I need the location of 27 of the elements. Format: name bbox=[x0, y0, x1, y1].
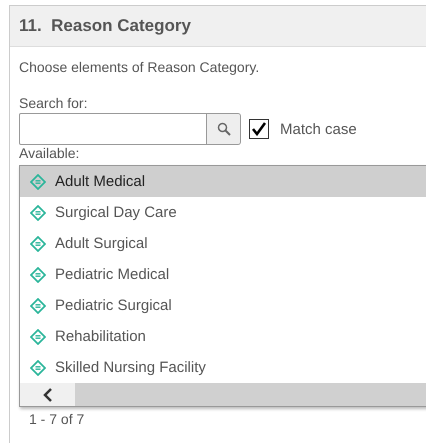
diamond-icon bbox=[30, 328, 46, 344]
list-item[interactable]: Adult Surgical bbox=[20, 228, 426, 259]
diamond-icon bbox=[30, 266, 46, 282]
diamond-icon bbox=[30, 298, 46, 314]
panel-title: 11. Reason Category bbox=[19, 16, 191, 36]
search-label: Search for: bbox=[19, 95, 88, 111]
search-icon bbox=[216, 122, 230, 136]
list-item[interactable]: Pediatric Surgical bbox=[20, 290, 426, 321]
list-item[interactable]: Surgical Day Care bbox=[20, 197, 426, 228]
search-field[interactable] bbox=[19, 113, 207, 145]
list-item[interactable]: Adult Medical bbox=[20, 166, 426, 197]
match-case-checkbox[interactable] bbox=[249, 119, 269, 139]
list-item[interactable]: Rehabilitation bbox=[20, 321, 426, 352]
diamond-icon bbox=[30, 236, 46, 252]
match-case-label: Match case bbox=[280, 120, 357, 138]
list-item[interactable]: Skilled Nursing Facility bbox=[20, 352, 426, 383]
diamond-icon bbox=[30, 204, 46, 220]
chevron-left-icon bbox=[42, 388, 54, 402]
description-text: Choose elements of Reason Category. bbox=[19, 59, 260, 75]
diamond-icon bbox=[30, 360, 46, 376]
item-count: 1 - 7 of 7 bbox=[29, 411, 84, 427]
horizontal-scrollbar[interactable] bbox=[20, 383, 426, 406]
available-label: Available: bbox=[19, 145, 80, 161]
diamond-icon bbox=[30, 174, 46, 190]
scroll-left-button[interactable] bbox=[20, 383, 75, 406]
list-item[interactable]: Pediatric Medical bbox=[20, 259, 426, 290]
search-button[interactable] bbox=[207, 113, 241, 145]
